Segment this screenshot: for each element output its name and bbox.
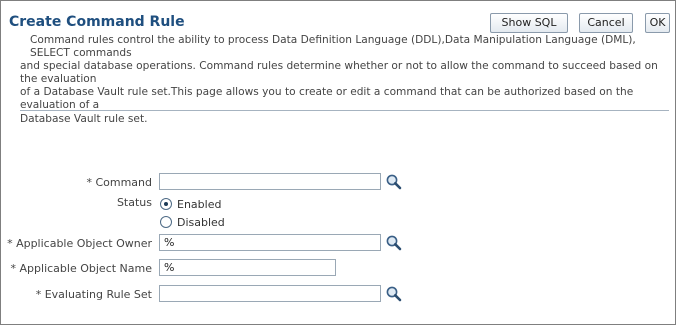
- status-label: Status: [116, 196, 152, 209]
- description-line-2: and special database operations. Command…: [20, 60, 658, 86]
- cancel-button[interactable]: Cancel: [579, 13, 633, 33]
- search-icon[interactable]: [385, 173, 402, 190]
- applicable-object-owner-label: * Applicable Object Owner: [7, 237, 152, 250]
- create-command-rule-page: Create Command Rule Show SQL Cancel OK C…: [0, 0, 676, 325]
- applicable-object-name-label-text: Applicable Object Name: [19, 262, 152, 275]
- search-icon[interactable]: [385, 285, 402, 302]
- page-title: Create Command Rule: [9, 14, 185, 30]
- description-line-1: Command rules control the ability to pro…: [30, 34, 636, 60]
- evaluating-rule-set-label-text: Evaluating Rule Set: [44, 288, 152, 301]
- applicable-object-name-input[interactable]: [159, 259, 336, 276]
- required-marker: *: [86, 176, 92, 189]
- enabled-radio-label: Enabled: [177, 197, 222, 211]
- description-line-3: of a Database Vault rule set.This page a…: [20, 86, 634, 112]
- description-line-4: Database Vault rule set.: [20, 112, 148, 125]
- enabled-radio[interactable]: [160, 198, 172, 210]
- disabled-radio[interactable]: [160, 216, 172, 228]
- search-icon[interactable]: [385, 234, 402, 251]
- command-label: * Command: [86, 176, 152, 189]
- section-divider: [20, 110, 669, 111]
- page-description: Command rules control the ability to pro…: [20, 34, 670, 126]
- applicable-object-name-label: * Applicable Object Name: [11, 262, 152, 275]
- ok-button[interactable]: OK: [645, 13, 670, 33]
- command-input[interactable]: [159, 173, 381, 190]
- required-marker: *: [7, 237, 13, 250]
- command-label-text: Command: [95, 176, 152, 189]
- evaluating-rule-set-label: * Evaluating Rule Set: [36, 288, 152, 301]
- applicable-object-owner-input[interactable]: [159, 234, 381, 251]
- status-option-disabled[interactable]: Disabled: [160, 214, 225, 230]
- applicable-object-owner-label-text: Applicable Object Owner: [16, 237, 152, 250]
- show-sql-button[interactable]: Show SQL: [490, 13, 568, 33]
- status-option-enabled[interactable]: Enabled: [160, 196, 221, 212]
- evaluating-rule-set-input[interactable]: [159, 285, 381, 302]
- required-marker: *: [10, 262, 17, 275]
- required-marker: *: [35, 288, 42, 301]
- disabled-radio-label: Disabled: [177, 215, 225, 229]
